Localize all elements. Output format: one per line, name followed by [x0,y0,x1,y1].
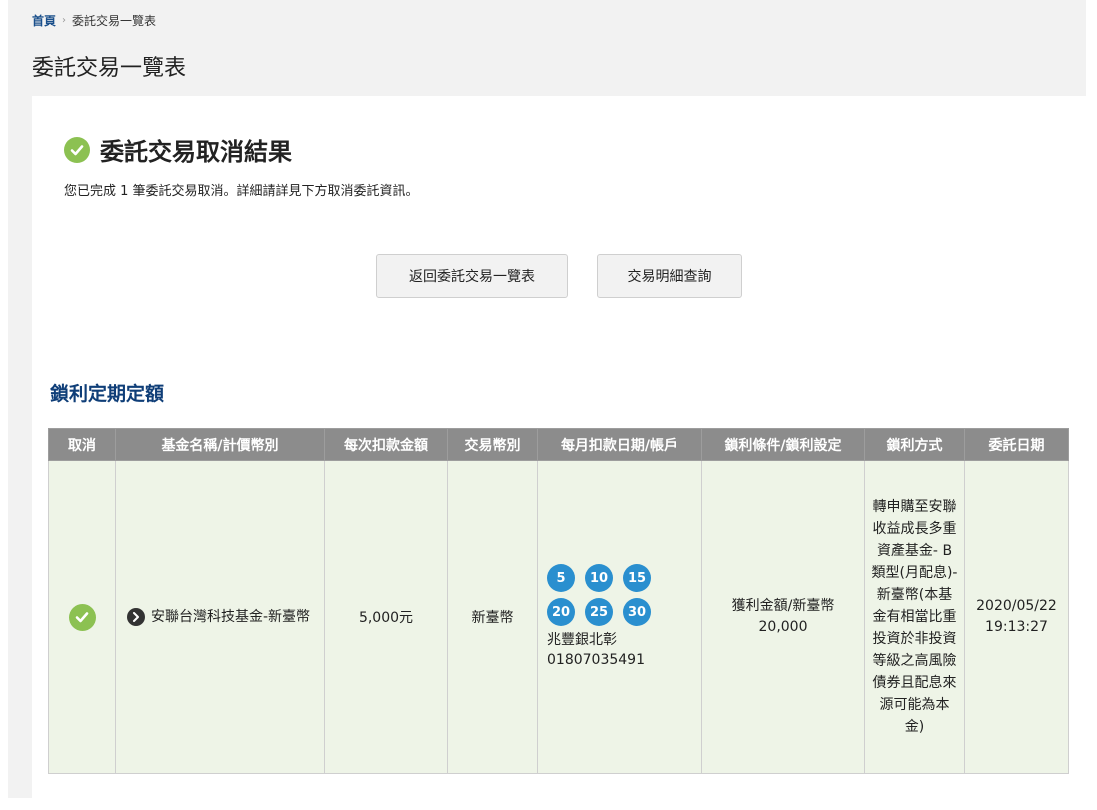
bank-name: 兆豐銀北彰 [547,632,617,648]
section-title: 鎖利定期定額 [50,383,165,405]
table-header-row: 取消 基金名稱/計價幣別 每次扣款金額 交易幣別 每月扣款日期/帳戶 鎖利條件/… [48,428,1069,461]
breadcrumb-home-link[interactable]: 首頁 [32,12,56,29]
order-date-cell: 2020/05/22 19:13:27 [964,460,1069,774]
table-row: 安聯台灣科技基金-新臺幣 5,000元 新臺幣 5 10 15 20 25 30 [48,460,1069,774]
breadcrumb: 首頁 › 委託交易一覽表 [32,12,156,29]
col-header-fund: 基金名稱/計價幣別 [115,428,325,461]
order-time: 19:13:27 [985,619,1048,635]
cancel-cell [48,460,116,774]
currency-cell: 新臺幣 [447,460,538,774]
lock-method-cell: 轉申購至安聯收益成長多重資產基金- B類型(月配息)-新臺幣(本基金有相當比重投… [864,460,965,774]
lock-condition-text: 獲利金額/新臺幣 20,000 [731,598,835,635]
col-header-lock-condition: 鎖利條件/鎖利設定 [701,428,865,461]
debit-dates-cell: 5 10 15 20 25 30 兆豐銀北彰 01807035491 [537,460,702,774]
page-frame: 首頁 › 委託交易一覽表 委託交易一覽表 委託交易取消結果 您已完成 1 筆委託… [8,0,1086,798]
page-title: 委託交易一覽表 [32,56,187,81]
col-header-debit-dates: 每月扣款日期/帳戶 [537,428,702,461]
debit-day-badge: 15 [623,564,651,592]
orders-table: 取消 基金名稱/計價幣別 每次扣款金額 交易幣別 每月扣款日期/帳戶 鎖利條件/… [48,428,1069,774]
account-number: 01807035491 [547,652,645,668]
col-header-currency: 交易幣別 [447,428,538,461]
debit-day-badge: 20 [547,598,575,626]
fund-cell: 安聯台灣科技基金-新臺幣 [115,460,325,774]
transaction-detail-button[interactable]: 交易明細查詢 [597,254,742,298]
debit-day-badge: 10 [585,564,613,592]
col-header-cancel: 取消 [48,428,116,461]
col-header-lock-method: 鎖利方式 [864,428,965,461]
debit-day-list: 5 10 15 20 25 30 [539,564,700,626]
col-header-order-date: 委託日期 [964,428,1069,461]
back-to-list-button[interactable]: 返回委託交易一覽表 [376,254,568,298]
lock-condition-cell: 獲利金額/新臺幣 20,000 [701,460,865,774]
amount-cell: 5,000元 [324,460,448,774]
order-date: 2020/05/22 [976,598,1057,614]
debit-day-badge: 5 [547,564,575,592]
chevron-right-icon: › [62,15,67,26]
check-circle-icon [64,136,90,163]
fund-name-link[interactable]: 安聯台灣科技基金-新臺幣 [151,607,310,627]
debit-day-badge: 30 [623,598,651,626]
debit-day-badge: 25 [585,598,613,626]
col-header-amount: 每次扣款金額 [324,428,448,461]
result-header: 委託交易取消結果 [64,132,292,167]
result-message: 您已完成 1 筆委託交易取消。詳細請詳見下方取消委託資訊。 [64,184,419,199]
result-title: 委託交易取消結果 [100,138,292,166]
check-circle-icon [68,603,96,631]
result-card: 委託交易取消結果 您已完成 1 筆委託交易取消。詳細請詳見下方取消委託資訊。 返… [32,96,1086,798]
breadcrumb-current: 委託交易一覽表 [72,14,157,28]
chevron-right-circle-icon[interactable] [127,608,145,626]
